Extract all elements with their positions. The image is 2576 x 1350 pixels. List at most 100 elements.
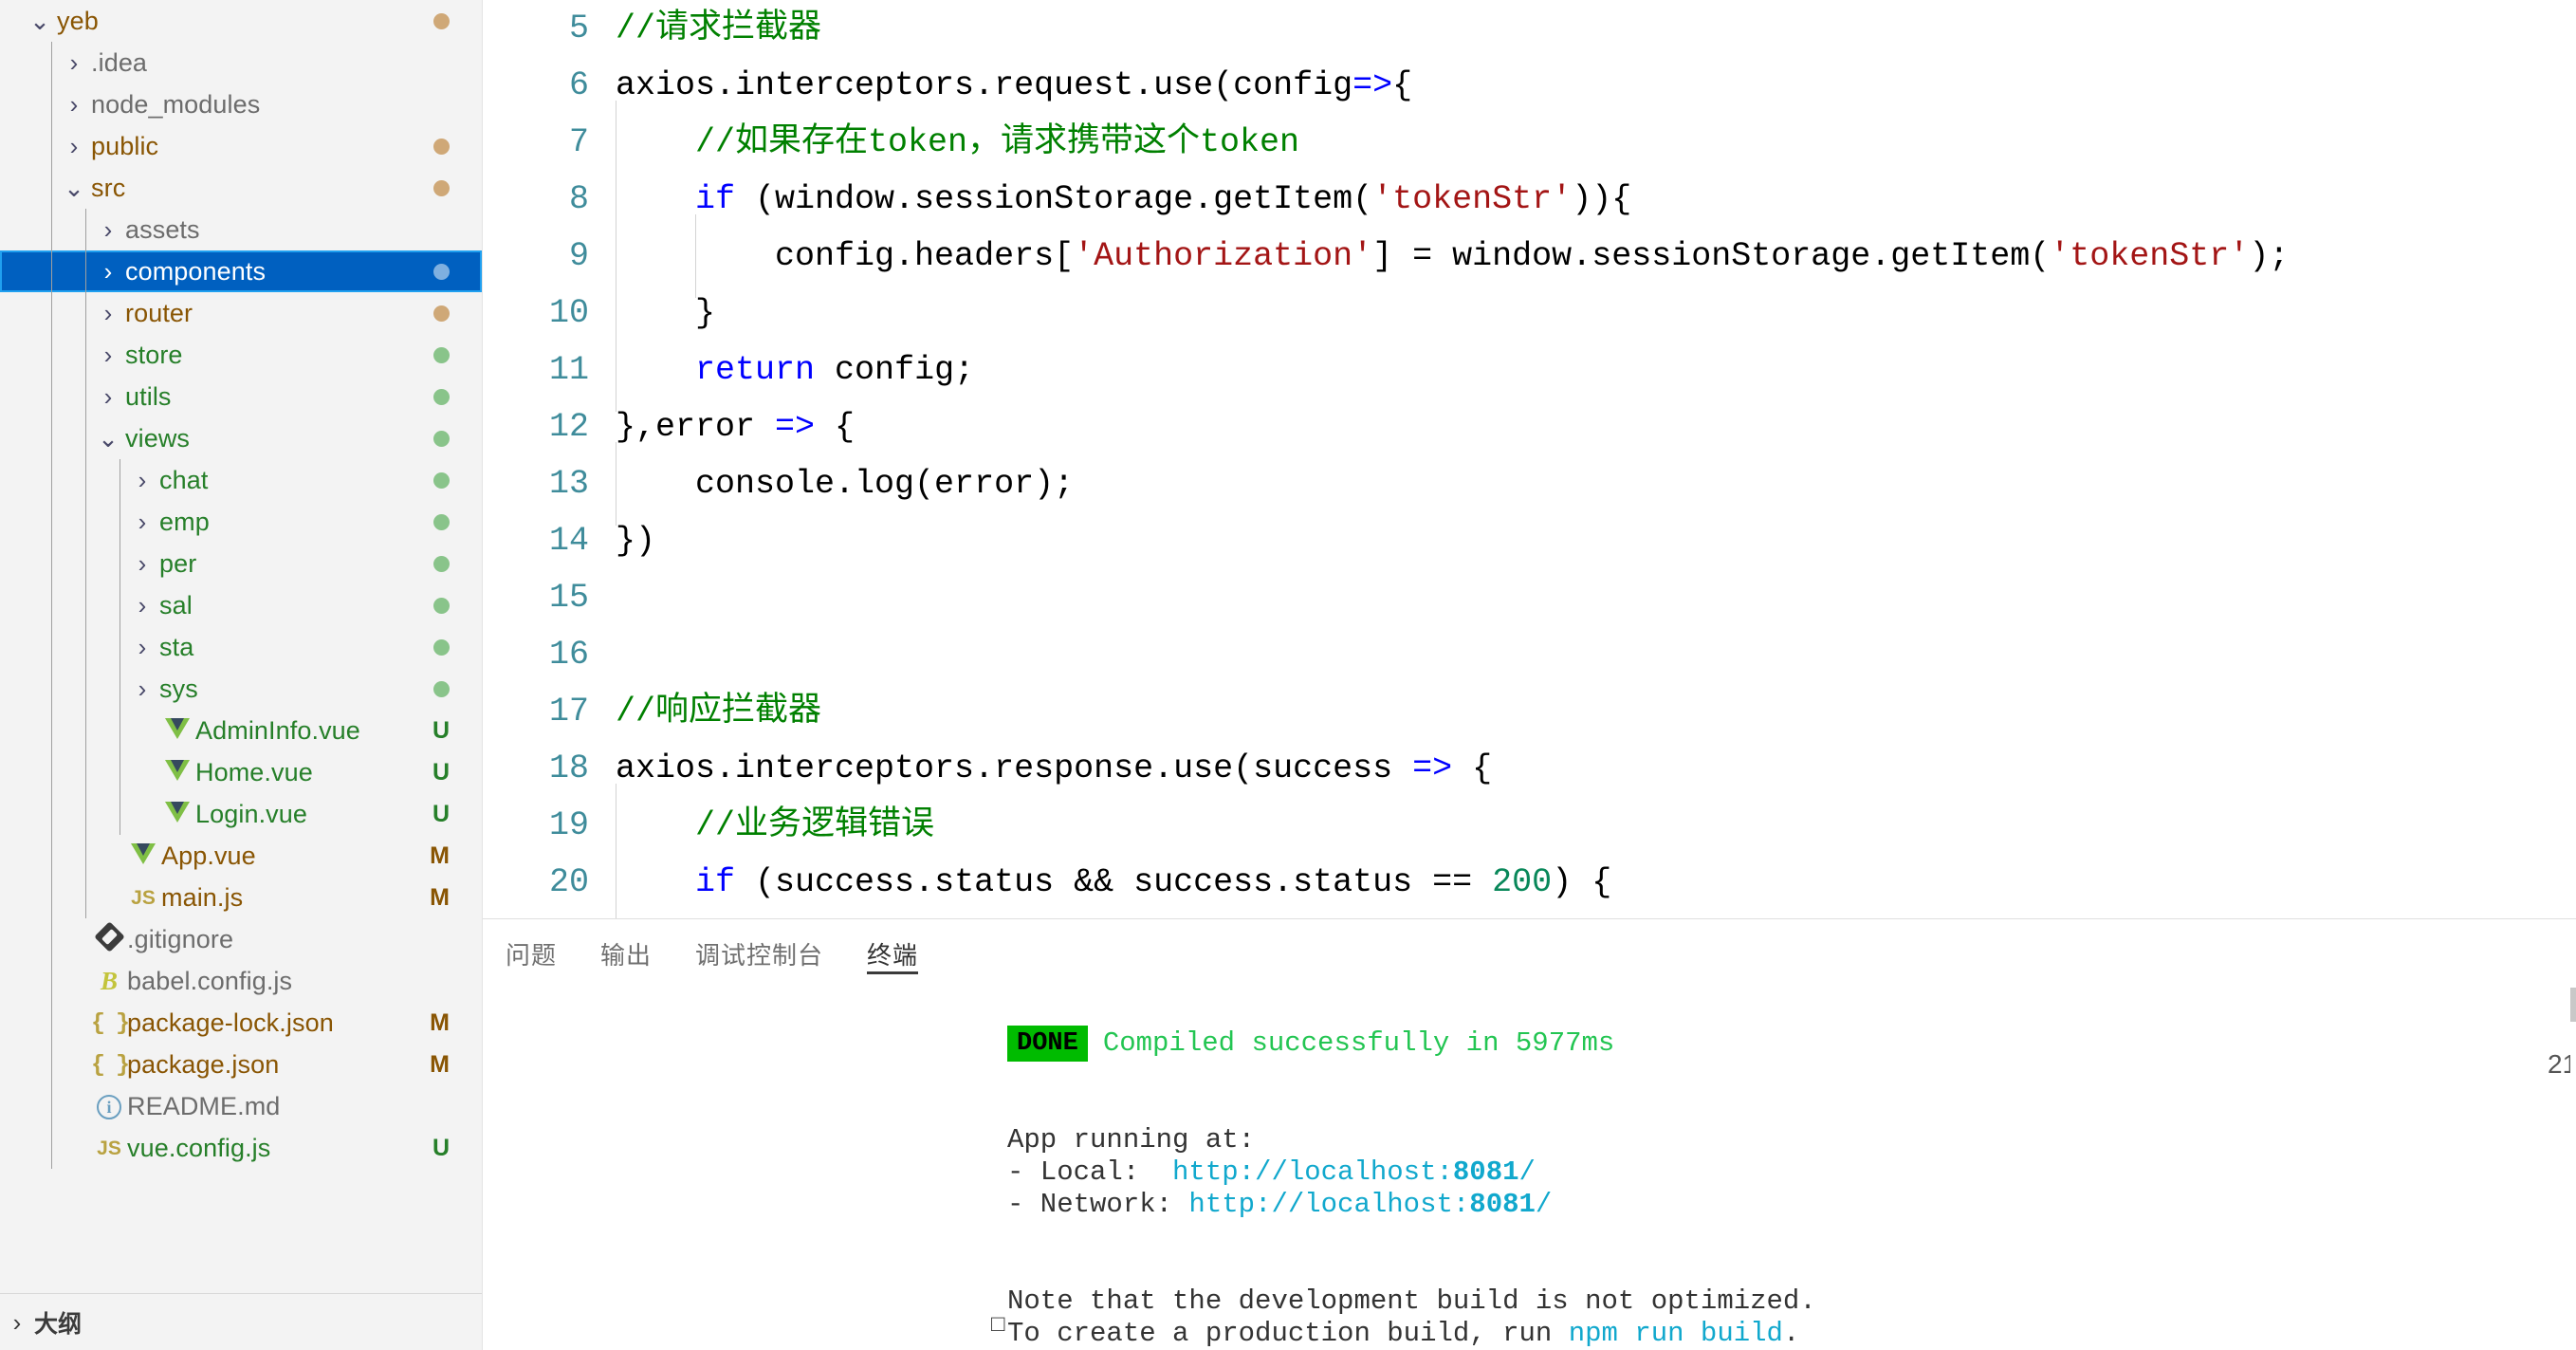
terminal-scrollbar[interactable] <box>2570 988 2576 1022</box>
chevron-down-icon[interactable]: ⌄ <box>23 9 57 33</box>
code-line[interactable]: 6 axios.interceptors.request.use(config=>… <box>483 57 2576 114</box>
tree-item-readme-md[interactable]: i README.md <box>0 1085 482 1127</box>
tree-item-main-js[interactable]: JS main.js M <box>0 877 482 918</box>
chevron-right-icon[interactable]: › <box>125 593 159 618</box>
chevron-right-icon[interactable]: › <box>91 342 125 367</box>
tree-item-package-json[interactable]: { } package.json M <box>0 1044 482 1085</box>
terminal-output[interactable]: 21 DONE Compiled successfully in 5977ms … <box>483 988 2576 1350</box>
code-line[interactable]: 12},error => { <box>483 398 2576 455</box>
code-line-text[interactable]: //业务逻辑错误 <box>616 784 2576 867</box>
code-line[interactable]: 13 console.log(error); <box>483 442 2576 526</box>
chevron-right-icon[interactable]: › <box>125 635 159 659</box>
tree-item-admininfo-vue[interactable]: AdminInfo.vue U <box>0 710 482 751</box>
indent-guide <box>616 101 695 184</box>
local-port[interactable]: 8081 <box>1453 1156 1519 1189</box>
terminal-blank-3 <box>483 1221 2576 1253</box>
code-token: }) <box>616 522 656 560</box>
chevron-down-icon[interactable]: ⌄ <box>57 176 91 200</box>
status-dot <box>433 12 450 29</box>
code-line[interactable]: 11 return config; <box>483 328 2576 412</box>
panel-tab-bar[interactable]: 问题 输出 调试控制台 终端 <box>483 919 2576 988</box>
chevron-right-icon[interactable]: › <box>125 676 159 701</box>
code-line-text[interactable]: },error => { <box>616 398 2576 455</box>
code-line-text[interactable]: config.headers['Authorization'] = window… <box>616 214 2576 298</box>
tree-item-gitignore[interactable]: .gitignore <box>0 918 482 960</box>
tree-item-home-vue[interactable]: Home.vue U <box>0 751 482 793</box>
tree-item-emp[interactable]: › emp <box>0 501 482 543</box>
tree-item-store[interactable]: › store <box>0 334 482 376</box>
code-line[interactable]: 8 if (window.sessionStorage.getItem('tok… <box>483 157 2576 241</box>
panel-tab-1[interactable]: 输出 <box>600 919 652 988</box>
code-line[interactable]: 17 //响应拦截器 <box>483 683 2576 740</box>
tree-item-yeb[interactable]: ⌄ yeb <box>0 0 482 42</box>
panel-tab-3[interactable]: 终端 <box>867 919 919 988</box>
chevron-right-icon[interactable]: › <box>57 50 91 75</box>
code-line[interactable]: 5 //请求拦截器 <box>483 0 2576 57</box>
line-number: 6 <box>568 66 589 104</box>
chevron-right-icon[interactable]: › <box>125 551 159 576</box>
network-url-suffix[interactable]: / <box>1536 1189 1552 1221</box>
network-port[interactable]: 8081 <box>1469 1189 1536 1221</box>
chevron-right-icon[interactable]: › <box>125 468 159 492</box>
tree-item-src[interactable]: ⌄ src <box>0 167 482 209</box>
outline-section-header[interactable]: › 大纲 <box>0 1293 482 1350</box>
file-tree[interactable]: ⌄ yeb › .idea › node_modules › public ⌄ src › asset… <box>0 0 482 1293</box>
code-line[interactable]: 14}) <box>483 512 2576 569</box>
code-line-text[interactable]: //请求拦截器 <box>616 0 2576 57</box>
local-url-prefix[interactable]: http://localhost: <box>1172 1156 1453 1189</box>
code-token: } <box>695 294 716 332</box>
chevron-right-icon[interactable]: › <box>91 259 125 284</box>
tree-item-chat[interactable]: › chat <box>0 459 482 501</box>
code-line[interactable]: 20 if (success.status && success.status … <box>483 841 2576 918</box>
tree-item-babel-config-js[interactable]: Bbabel.config.js <box>0 960 482 1002</box>
chevron-right-icon[interactable]: › <box>125 509 159 534</box>
code-editor[interactable]: 5 //请求拦截器 6 axios.interceptors.request.use(… <box>483 0 2576 918</box>
code-line-text[interactable]: //如果存在token，请求携带这个token <box>616 101 2576 184</box>
code-line-text[interactable]: if (window.sessionStorage.getItem('token… <box>616 157 2576 241</box>
code-line[interactable]: 19 //业务逻辑错误 <box>483 784 2576 867</box>
code-line[interactable]: 18 axios.interceptors.response.use(succes… <box>483 740 2576 797</box>
panel-tab-2[interactable]: 调试控制台 <box>695 919 823 988</box>
line-number: 10 <box>548 294 589 332</box>
chevron-down-icon[interactable]: ⌄ <box>91 426 125 451</box>
code-line-text[interactable]: console.log(error); <box>616 442 2576 526</box>
tree-item-app-vue[interactable]: App.vue M <box>0 835 482 877</box>
code-line[interactable]: 7 //如果存在token，请求携带这个token <box>483 101 2576 184</box>
tree-item-node-modules[interactable]: › node_modules <box>0 83 482 125</box>
chevron-right-icon[interactable]: › <box>57 134 91 158</box>
tree-item-public[interactable]: › public <box>0 125 482 167</box>
chevron-right-icon[interactable]: › <box>91 301 125 325</box>
code-line-text[interactable]: return config; <box>616 328 2576 412</box>
tree-item-views[interactable]: ⌄ views <box>0 417 482 459</box>
tree-item-package-lock-json[interactable]: { } package-lock.json M <box>0 1002 482 1044</box>
code-line[interactable]: 16 <box>483 626 2576 683</box>
local-url-suffix[interactable]: / <box>1519 1156 1536 1189</box>
code-line-text[interactable]: axios.interceptors.request.use(config=>{ <box>616 57 2576 114</box>
code-line[interactable]: 10 } <box>483 271 2576 355</box>
chevron-right-icon[interactable]: › <box>91 384 125 409</box>
panel-tab-0[interactable]: 问题 <box>506 919 557 988</box>
code-line[interactable]: 9 config.headers['Authorization'] = wind… <box>483 214 2576 298</box>
code-line-text[interactable]: }) <box>616 512 2576 569</box>
tree-item-assets[interactable]: › assets <box>0 209 482 250</box>
tree-item-idea[interactable]: › .idea <box>0 42 482 83</box>
tree-item-utils[interactable]: › utils <box>0 376 482 417</box>
chevron-right-icon[interactable]: › <box>57 92 91 117</box>
tree-item-login-vue[interactable]: Login.vue U <box>0 793 482 835</box>
tree-item-sta[interactable]: › sta <box>0 626 482 668</box>
code-line-text[interactable]: axios.interceptors.response.use(success … <box>616 740 2576 797</box>
tree-item-router[interactable]: › router <box>0 292 482 334</box>
tree-item-per[interactable]: › per <box>0 543 482 584</box>
code-line[interactable]: 15 <box>483 569 2576 626</box>
code-line-text[interactable]: } <box>616 271 2576 355</box>
tree-item-sal[interactable]: › sal <box>0 584 482 626</box>
chevron-right-icon[interactable]: › <box>91 217 125 242</box>
indent-guide <box>616 157 695 241</box>
code-line-text[interactable]: if (success.status && success.status == … <box>616 841 2576 918</box>
network-url-prefix[interactable]: http://localhost: <box>1172 1189 1469 1221</box>
tree-item-components[interactable]: › components <box>0 250 482 292</box>
code-line-text[interactable]: //响应拦截器 <box>616 683 2576 740</box>
tree-item-sys[interactable]: › sys <box>0 668 482 710</box>
tree-item-vue-config-js[interactable]: JS vue.config.js U <box>0 1127 482 1169</box>
code-token: console.log(error); <box>695 465 1075 503</box>
